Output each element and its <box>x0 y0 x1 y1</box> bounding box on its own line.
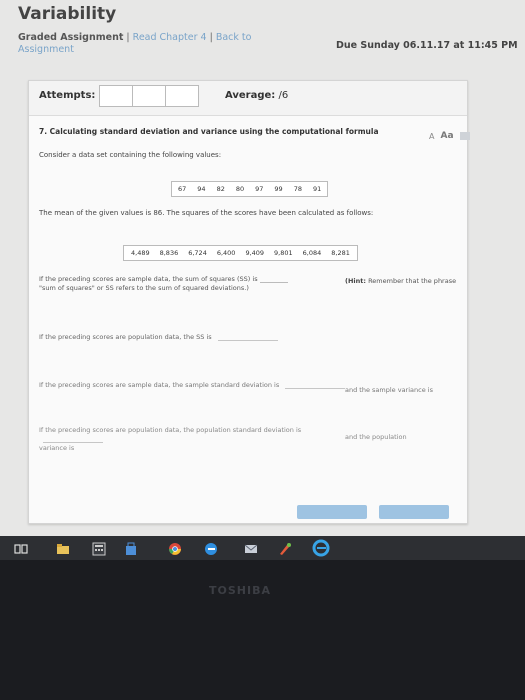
save-continue-button[interactable] <box>379 505 449 519</box>
attempt-box <box>165 85 199 107</box>
square-cell: 4,489 <box>131 249 150 257</box>
ss-sample-text: If the preceding scores are sample data,… <box>39 275 258 283</box>
value-cell: 67 <box>178 185 187 193</box>
attempts-label: Attempts: <box>39 90 96 101</box>
font-size-tools: A Aa <box>429 131 470 141</box>
edge-icon[interactable] <box>204 542 218 556</box>
sample-sd-question: If the preceding scores are sample data,… <box>39 381 346 389</box>
attempt-boxes <box>99 85 199 107</box>
ss-population-question: If the preceding scores are population d… <box>39 333 278 341</box>
values-table: 67 94 82 80 97 99 78 91 <box>171 181 329 197</box>
sample-sd-answer[interactable] <box>285 381 346 389</box>
internet-explorer-icon[interactable] <box>312 539 330 557</box>
mean-statement: The mean of the given values is 86. The … <box>39 209 374 217</box>
average: Average: /6 <box>225 90 288 101</box>
grade-it-now-button[interactable] <box>297 505 367 519</box>
question-title: 7. Calculating standard deviation and va… <box>39 127 379 136</box>
graded-assignment-label: Graded Assignment <box>18 32 124 43</box>
hint-label: (Hint: <box>345 277 366 285</box>
ss-population-answer[interactable] <box>217 333 278 341</box>
value-cell: 99 <box>274 185 283 193</box>
value-cell: 94 <box>197 185 206 193</box>
page-title: Variability <box>18 4 117 24</box>
font-smaller-button[interactable]: A <box>429 132 434 141</box>
hint: (Hint: Remember that the phrase <box>345 277 456 285</box>
attempts-bar: Attempts: Average: /6 <box>29 81 467 116</box>
sample-sd-text: If the preceding scores are sample data,… <box>39 381 280 389</box>
tool-icon[interactable] <box>459 132 470 140</box>
mail-icon[interactable] <box>244 542 258 556</box>
population-sd-question: If the preceding scores are population d… <box>39 426 329 453</box>
paint-icon[interactable] <box>278 542 292 556</box>
attempt-box <box>99 85 133 107</box>
square-cell: 6,724 <box>188 249 207 257</box>
font-larger-button[interactable]: Aa <box>440 131 453 141</box>
question-card: Attempts: Average: /6 7. Calculating sta… <box>28 80 470 524</box>
question-prompt: Consider a data set containing the follo… <box>39 151 222 159</box>
square-cell: 8,836 <box>159 249 179 257</box>
square-cell: 6,084 <box>302 249 322 257</box>
file-explorer-icon[interactable] <box>56 542 70 556</box>
hint-text: Remember that the phrase <box>368 277 457 285</box>
population-variance-text: and the population <box>345 433 407 441</box>
sample-variance-text: and the sample variance is <box>345 386 433 394</box>
square-cell: 9,409 <box>245 249 265 257</box>
taskbar <box>0 536 525 560</box>
population-sd-answer[interactable] <box>43 435 103 443</box>
ss-population-text: If the preceding scores are population d… <box>39 333 212 341</box>
value-cell: 91 <box>312 185 322 193</box>
read-chapter-link[interactable]: Read Chapter 4 <box>133 32 207 43</box>
average-label: Average: <box>225 90 276 101</box>
population-sd-text: If the preceding scores are population d… <box>39 426 302 434</box>
square-cell: 6,400 <box>216 249 236 257</box>
due-date: Due Sunday 06.11.17 at 11:45 PM <box>336 40 518 51</box>
calculator-icon[interactable] <box>92 542 106 556</box>
toshiba-logo: TOSHIBA <box>209 584 271 597</box>
attempt-box <box>132 85 166 107</box>
value-cell: 80 <box>235 185 245 193</box>
value-cell: 82 <box>216 185 225 193</box>
population-variance-cont: variance is <box>39 444 75 452</box>
ss-sample-answer[interactable] <box>259 276 288 283</box>
chrome-icon[interactable] <box>168 542 182 556</box>
breadcrumb: Graded Assignment | Read Chapter 4 | Bac… <box>18 32 252 55</box>
average-value: /6 <box>278 90 289 101</box>
store-icon[interactable] <box>124 542 138 556</box>
task-view-icon[interactable] <box>14 542 28 556</box>
ss-note-text: "sum of squares" or SS refers to the sum… <box>39 284 249 292</box>
screen: Variability Graded Assignment | Read Cha… <box>0 0 525 560</box>
square-cell: 8,281 <box>331 249 350 257</box>
square-cell: 9,801 <box>274 249 293 257</box>
ss-sample-question: If the preceding scores are sample data,… <box>39 275 329 293</box>
value-cell: 78 <box>293 185 302 193</box>
squares-table: 4,489 8,836 6,724 6,400 9,409 9,801 6,08… <box>123 245 358 261</box>
value-cell: 97 <box>255 185 264 193</box>
